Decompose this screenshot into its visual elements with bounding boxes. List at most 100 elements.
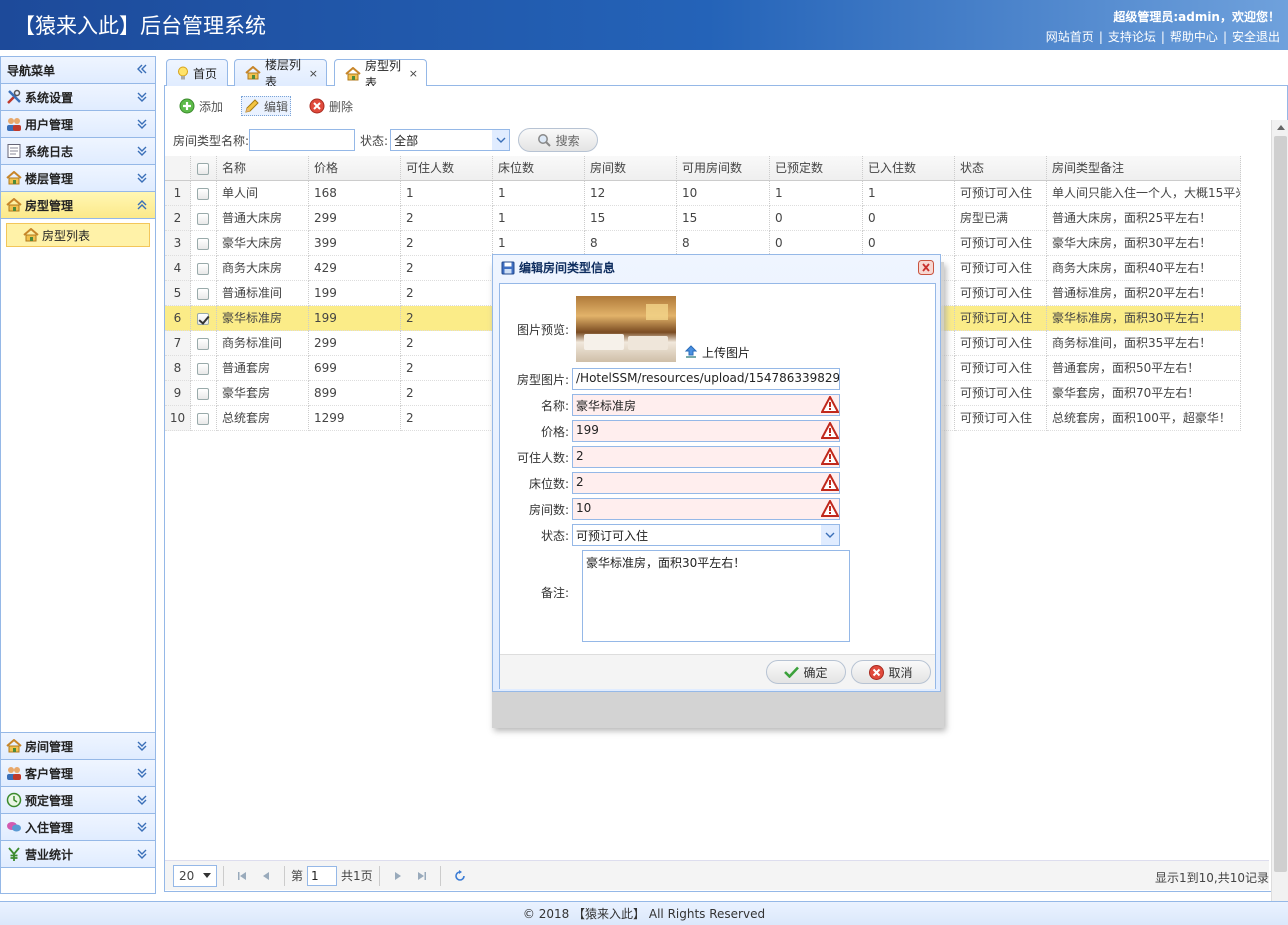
delete-button[interactable]: 删除: [307, 96, 355, 116]
vertical-scrollbar[interactable]: [1271, 120, 1288, 920]
search-button[interactable]: 搜索: [518, 128, 599, 152]
next-page-icon[interactable]: [393, 871, 403, 881]
close-tab-icon[interactable]: ×: [409, 67, 418, 80]
chevron-down-icon[interactable]: [136, 821, 148, 833]
capacity-input[interactable]: 2: [572, 446, 840, 468]
page-size-select[interactable]: 20: [173, 864, 217, 887]
collapse-left-icon[interactable]: [136, 63, 148, 75]
row-number: 6: [165, 306, 191, 331]
column-header[interactable]: 状态: [955, 156, 1047, 181]
status-select[interactable]: 全部: [390, 129, 511, 151]
chevron-down-icon[interactable]: [136, 118, 148, 130]
prev-page-icon[interactable]: [261, 871, 271, 881]
table-cell-cap: 2: [401, 256, 493, 281]
table-row[interactable]: 2 普通大床房 299 2 1 15 15 0 0 房型已满 普通大床房，面积25平左右！: [165, 206, 1251, 231]
nav-item-items_top-1[interactable]: 用户管理: [1, 111, 155, 138]
last-page-icon[interactable]: [417, 871, 427, 881]
tab-home[interactable]: 首页: [166, 59, 228, 86]
price-row: 价格: 199: [500, 420, 935, 442]
nav-item-items_top-3[interactable]: 楼层管理: [1, 165, 155, 192]
rooms-input[interactable]: 10: [572, 498, 840, 520]
link-help[interactable]: 帮助中心: [1170, 30, 1218, 44]
nav-item-items_top-2[interactable]: 系统日志: [1, 138, 155, 165]
chevron-down-icon[interactable]: [821, 525, 839, 545]
column-header[interactable]: 价格: [309, 156, 401, 181]
cancel-button[interactable]: 取消: [851, 660, 931, 684]
link-forum[interactable]: 支持论坛: [1108, 30, 1156, 44]
row-number: 8: [165, 356, 191, 381]
table-cell-avail: 15: [677, 206, 770, 231]
nav-item-items_bottom-0[interactable]: 房间管理: [1, 733, 155, 760]
pager: 20 第 1 共1页 显示1到10,共10记录: [165, 860, 1269, 890]
close-tab-icon[interactable]: ×: [309, 67, 318, 80]
refresh-icon[interactable]: [454, 869, 466, 882]
page-number-input[interactable]: 1: [307, 865, 338, 886]
chevron-down-icon[interactable]: [136, 91, 148, 103]
column-header[interactable]: 房间类型备注: [1047, 156, 1241, 181]
select-all-checkbox[interactable]: [197, 162, 209, 175]
page-footer: © 2018 【猿来入此】 All Rights Reserved: [0, 901, 1288, 925]
nav-item-items_top-0[interactable]: 系统设置: [1, 84, 155, 111]
confirm-button[interactable]: 确定: [766, 660, 846, 684]
row-checkbox[interactable]: [197, 312, 209, 325]
room-type-name-input[interactable]: [249, 129, 356, 151]
column-header[interactable]: 床位数: [493, 156, 585, 181]
first-page-icon[interactable]: [237, 871, 247, 881]
chevron-up-icon[interactable]: [136, 199, 148, 211]
nav-item-items_bottom-3[interactable]: 入住管理: [1, 814, 155, 841]
row-checkbox[interactable]: [197, 387, 209, 400]
remark-textarea[interactable]: 豪华标准房，面积30平左右！: [582, 550, 850, 642]
nav-item-items_bottom-2[interactable]: 预定管理: [1, 787, 155, 814]
rooms-row: 房间数: 10: [500, 498, 935, 520]
table-cell-avail: 8: [677, 231, 770, 256]
table-row[interactable]: 3 豪华大床房 399 2 1 8 8 0 0 可预订可入住 豪华大床房，面积30平左右！: [165, 231, 1251, 256]
house-icon: [6, 171, 22, 185]
chevron-down-icon[interactable]: [136, 740, 148, 752]
table-row[interactable]: 1 单人间 168 1 1 12 10 1 1 可预订可入住 单人间只能入住一个人，大概15平米: [165, 181, 1251, 206]
nav-sub-item-room-type-list[interactable]: 房型列表: [6, 223, 150, 247]
scroll-up-icon[interactable]: [1272, 120, 1288, 134]
row-checkbox[interactable]: [197, 262, 209, 275]
row-checkbox[interactable]: [197, 212, 209, 225]
column-header[interactable]: 已预定数: [770, 156, 863, 181]
link-home[interactable]: 网站首页: [1046, 30, 1094, 44]
column-header[interactable]: 可住人数: [401, 156, 493, 181]
chevron-down-icon[interactable]: [136, 145, 148, 157]
price-input[interactable]: 199: [572, 420, 840, 442]
column-header[interactable]: 已入住数: [863, 156, 955, 181]
chevron-down-icon[interactable]: [136, 172, 148, 184]
status-select[interactable]: 可预订可入住: [572, 524, 840, 546]
row-checkbox[interactable]: [197, 337, 209, 350]
log-icon: [6, 143, 22, 159]
name-input[interactable]: 豪华标准房: [572, 394, 840, 416]
chevron-down-icon[interactable]: [136, 767, 148, 779]
nav-item-items_bottom-1[interactable]: 客户管理: [1, 760, 155, 787]
chevron-down-icon[interactable]: [492, 130, 510, 150]
row-checkbox[interactable]: [197, 287, 209, 300]
photo-path-input[interactable]: /HotelSSM/resources/upload/1547863398297…: [572, 368, 840, 390]
nav-item-items_top-4[interactable]: 房型管理: [1, 192, 155, 219]
nav-item-items_bottom-4[interactable]: 营业统计: [1, 841, 155, 868]
row-number: 7: [165, 331, 191, 356]
chevron-down-icon[interactable]: [136, 794, 148, 806]
table-cell-remark: 商务标准间，面积35平左右！: [1047, 331, 1241, 356]
save-icon: [501, 261, 515, 275]
column-header[interactable]: 房间数: [585, 156, 677, 181]
row-checkbox[interactable]: [197, 362, 209, 375]
add-button[interactable]: 添加: [177, 96, 225, 116]
row-checkbox[interactable]: [197, 187, 209, 200]
column-header[interactable]: 可用房间数: [677, 156, 770, 181]
row-checkbox[interactable]: [197, 237, 209, 250]
column-header[interactable]: 名称: [217, 156, 309, 181]
tab-floor-list[interactable]: 楼层列表 ×: [234, 58, 327, 89]
upload-photo-button[interactable]: 上传图片: [684, 344, 750, 361]
link-logout[interactable]: 安全退出: [1232, 30, 1280, 44]
close-icon[interactable]: [918, 260, 934, 275]
tab-room-type-list[interactable]: 房型列表 ×: [334, 59, 427, 90]
row-checkbox[interactable]: [197, 412, 209, 425]
scroll-thumb[interactable]: [1274, 136, 1287, 872]
chevron-down-icon[interactable]: [136, 848, 148, 860]
edit-button[interactable]: 编辑: [241, 96, 292, 116]
table-cell-booked: 0: [770, 206, 863, 231]
beds-input[interactable]: 2: [572, 472, 840, 494]
